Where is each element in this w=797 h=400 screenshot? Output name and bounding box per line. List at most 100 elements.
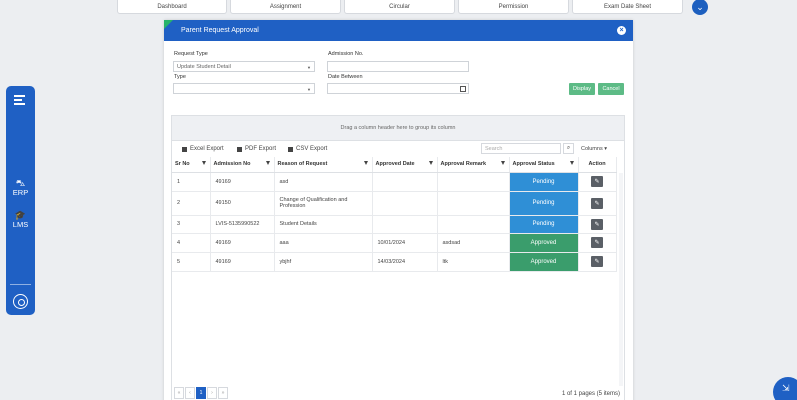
header-label: Approved Date	[375, 161, 415, 168]
admission-input[interactable]	[327, 61, 469, 72]
tab-assignment[interactable]: Assignment	[230, 0, 341, 14]
cell-admission: LVIS-5135990522	[210, 215, 275, 234]
csv-export-label: CSV Export	[296, 146, 328, 152]
pdf-icon	[237, 146, 242, 152]
edit-button[interactable]: ✎	[591, 218, 603, 230]
edit-button[interactable]: ✎	[591, 197, 603, 209]
col-srno[interactable]: Sr No	[172, 157, 211, 173]
chevron-down-icon: ▼	[307, 87, 311, 92]
request-type-label: Request Type	[174, 51, 208, 57]
edit-button[interactable]: ✎	[591, 256, 603, 267]
header-label: Sr No	[175, 161, 190, 168]
status-badge: Pending	[509, 172, 578, 191]
pdf-export-label: PDF Export	[245, 146, 277, 152]
edit-button[interactable]: ✎	[591, 176, 603, 187]
top-nav: Dashboard Assignment Circular Permission…	[117, 0, 708, 15]
calendar-icon[interactable]	[460, 86, 466, 92]
cell-admission: 49169	[210, 252, 275, 272]
col-approved-date[interactable]: Approved Date	[372, 157, 438, 173]
group-panel[interactable]: Drag a column header here to group its c…	[172, 116, 624, 141]
col-status[interactable]: Approval Status	[509, 157, 579, 173]
columns-dropdown[interactable]: Columns ▾	[581, 146, 607, 152]
cell-status: Approved	[509, 233, 579, 253]
cell-action: ✎	[578, 233, 617, 253]
pdf-export-button[interactable]: PDF Export	[237, 146, 276, 152]
tab-exam-date-sheet[interactable]: Exam Date Sheet	[572, 0, 683, 14]
pencil-icon: ✎	[594, 200, 600, 207]
filter-icon[interactable]	[265, 161, 270, 165]
excel-export-button[interactable]: Excel Export	[182, 146, 224, 152]
status-badge: Approved	[509, 233, 578, 252]
cell-status: Pending	[509, 215, 579, 234]
filter-icon[interactable]	[569, 161, 574, 165]
filter-icon[interactable]	[201, 161, 206, 165]
cell-reason: Change of Qualification and Profession	[274, 191, 373, 216]
last-page-button[interactable]: »	[218, 387, 228, 399]
table-row: 5 49169 ybjhf 14/03/2024 ltk Approved ✎	[172, 252, 617, 272]
sidebar-item-label: ERP	[12, 188, 29, 197]
search-input[interactable]: Search	[481, 143, 561, 154]
col-action: Action	[578, 157, 617, 173]
edit-button[interactable]: ✎	[591, 237, 603, 248]
col-remark[interactable]: Approval Remark	[437, 157, 510, 173]
cell-srno: 3	[172, 215, 211, 234]
sidebar-item-erp[interactable]: ⛍ ERP	[6, 178, 35, 197]
excel-export-label: Excel Export	[190, 146, 224, 152]
first-page-button[interactable]: «	[174, 387, 184, 399]
page-button-current[interactable]: 1	[196, 387, 206, 399]
next-page-button[interactable]: ›	[207, 387, 217, 399]
pencil-icon: ✎	[594, 240, 600, 246]
cell-admission: 49169	[210, 172, 275, 192]
data-table: Sr No Admission No Reason of Request App…	[172, 157, 617, 272]
type-label: Type	[174, 74, 186, 80]
chevron-down-icon: ▼	[307, 65, 311, 70]
gear-icon[interactable]	[13, 294, 28, 309]
status-badge: Pending	[509, 191, 578, 215]
cell-remark	[437, 172, 510, 192]
cell-srno: 1	[172, 172, 211, 192]
search-icon[interactable]: ⌕	[563, 143, 574, 154]
table-row: 4 49169 aaa 10/01/2024 asdsad Approved ✎	[172, 233, 617, 253]
filter-icon[interactable]	[500, 161, 505, 165]
pencil-icon: ✎	[594, 221, 600, 228]
request-type-value: Update Student Detail	[177, 63, 231, 70]
menu-icon[interactable]	[14, 95, 25, 107]
chevron-down-icon[interactable]: ⌄	[692, 0, 708, 15]
cell-srno: 4	[172, 233, 211, 253]
cell-srno: 5	[172, 252, 211, 272]
col-admission[interactable]: Admission No	[210, 157, 275, 173]
date-between-input[interactable]	[327, 83, 469, 94]
display-button[interactable]: Display	[569, 83, 595, 95]
cell-reason: asd	[274, 172, 373, 192]
cell-action: ✎	[578, 172, 617, 192]
cell-approved-date: 10/01/2024	[372, 233, 438, 253]
cell-status: Pending	[509, 172, 579, 192]
filter-icon[interactable]	[428, 161, 433, 165]
col-reason[interactable]: Reason of Request	[274, 157, 373, 173]
tab-circular[interactable]: Circular	[344, 0, 455, 14]
excel-icon	[182, 146, 187, 152]
tab-permission[interactable]: Permission	[458, 0, 569, 14]
header-label: Action	[588, 161, 606, 168]
request-grid: Drag a column header here to group its c…	[171, 115, 625, 400]
prev-page-button[interactable]: ‹	[185, 387, 195, 399]
pencil-icon: ✎	[594, 259, 600, 265]
admission-label: Admission No.	[328, 51, 364, 57]
csv-export-button[interactable]: CSV Export	[288, 146, 327, 152]
tab-dashboard[interactable]: Dashboard	[117, 0, 227, 14]
cell-action: ✎	[578, 252, 617, 272]
modal-header: Parent Request Approval ×	[164, 20, 633, 41]
vertical-scrollbar[interactable]	[619, 173, 623, 386]
request-type-select[interactable]: Update Student Detail ▼	[173, 61, 315, 72]
collapse-icon: ⇲	[782, 383, 790, 393]
expand-corner-button[interactable]: ⇲	[773, 377, 797, 400]
cell-remark	[437, 215, 510, 234]
cell-srno: 2	[172, 191, 211, 216]
filter-icon[interactable]	[363, 161, 368, 165]
close-icon[interactable]: ×	[617, 26, 626, 35]
cancel-button[interactable]: Cancel	[598, 83, 624, 95]
page-info: 1 of 1 pages (5 items)	[561, 391, 620, 397]
cell-reason: aaa	[274, 233, 373, 253]
sidebar-item-lms[interactable]: 🎓 LMS	[6, 210, 35, 229]
type-select[interactable]: ▼	[173, 83, 315, 94]
